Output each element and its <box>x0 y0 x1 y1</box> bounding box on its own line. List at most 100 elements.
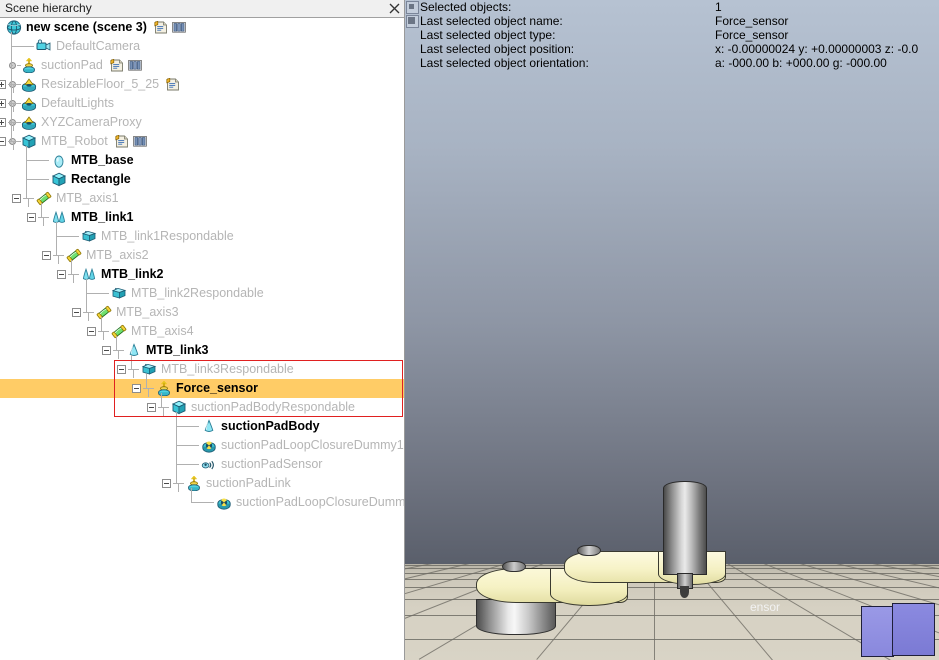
tree-node-label: MTB_axis4 <box>131 324 194 338</box>
tree-connector <box>176 464 199 465</box>
tree-node-mtb-link1[interactable]: MTB_link1 <box>0 208 404 227</box>
blue-cube-right-face <box>892 603 935 656</box>
tree-connector <box>176 426 199 427</box>
tree-expander-icon[interactable] <box>102 346 111 355</box>
tree-expander-icon[interactable] <box>162 479 171 488</box>
tree-node-mtb-axis1[interactable]: MTB_axis1 <box>0 189 404 208</box>
tree-node-suctionpadbodyrespondable[interactable]: suctionPadBodyRespondable <box>0 398 404 417</box>
tree-node-label: MTB_link3Respondable <box>161 362 294 376</box>
tree-node-suctionpadbody[interactable]: suctionPadBody <box>0 417 404 436</box>
tree-connector <box>118 350 119 359</box>
cone-icon <box>201 419 217 434</box>
force-sensor-icon <box>156 380 172 397</box>
tree-expander-icon[interactable] <box>147 403 156 412</box>
tree-node-label: MTB_link2Respondable <box>131 286 264 300</box>
chart-icon[interactable] <box>172 21 186 34</box>
camera-icon <box>36 39 52 54</box>
info-row: Last selected object position: x: -0.000… <box>405 42 939 56</box>
tree-node-mtb-link3[interactable]: MTB_link3 <box>0 341 404 360</box>
tree-node-suctionpadloopclosuredummy1[interactable]: suctionPadLoopClosureDummy1 <box>0 436 404 455</box>
cube-icon <box>171 400 187 415</box>
joint-icon <box>111 324 127 339</box>
tree-node-label: suctionPadLoopClosureDummy <box>236 495 404 509</box>
tree-node-defaultcamera[interactable]: DefaultCamera <box>0 37 404 56</box>
joint-icon <box>96 305 112 320</box>
tree-expander-icon[interactable] <box>72 308 81 317</box>
tree-expander-icon[interactable] <box>27 213 36 222</box>
chart-icon[interactable] <box>128 59 142 72</box>
tree-node-suctionpad[interactable]: suctionPad <box>0 56 404 75</box>
chart-icon[interactable] <box>132 135 147 148</box>
tree-connector <box>176 412 177 483</box>
tree-node-new-scene-scene-3-[interactable]: new scene (scene 3) <box>0 18 404 37</box>
group-icon <box>21 77 37 92</box>
tree-connector <box>13 103 14 112</box>
force-sensor-icon <box>186 475 202 492</box>
tree-node-label: suctionPadSensor <box>221 457 323 471</box>
info-label: Last selected object position: <box>420 42 575 56</box>
respond-icon <box>111 286 127 301</box>
tree-node-mtb-axis3[interactable]: MTB_axis3 <box>0 303 404 322</box>
tree-connector <box>176 445 199 446</box>
tree-node-mtb-robot[interactable]: MTB_Robot <box>0 132 404 151</box>
tree-expander-icon[interactable] <box>57 270 66 279</box>
scene-hierarchy-titlebar: Scene hierarchy <box>0 0 404 18</box>
info-value: 1 <box>715 0 722 14</box>
close-icon[interactable] <box>387 1 402 16</box>
tree-node-label: MTB_base <box>71 153 134 167</box>
tree-expander-icon[interactable] <box>42 251 51 260</box>
scene-hierarchy-tree[interactable]: new scene (scene 3) DefaultCamera suctionP… <box>0 18 404 660</box>
tree-connector <box>56 222 57 255</box>
tree-connector <box>28 198 29 207</box>
tree-connector <box>26 160 49 161</box>
panel-title: Scene hierarchy <box>5 1 92 15</box>
script-icon[interactable] <box>166 78 180 91</box>
joint-icon <box>36 191 52 206</box>
robot-joint-pin-2 <box>577 545 601 556</box>
tree-node-mtb-link2respondable[interactable]: MTB_link2Respondable <box>0 284 404 303</box>
tree-expander-icon[interactable] <box>0 99 6 108</box>
blue-cube-left-face <box>861 606 894 657</box>
tree-node-rectangle[interactable]: Rectangle <box>0 170 404 189</box>
tree-node-label: DefaultCamera <box>56 39 141 53</box>
tree-node-mtb-base[interactable]: MTB_base <box>0 151 404 170</box>
tree-expander-icon[interactable] <box>0 80 6 89</box>
tree-node-label: MTB_link3 <box>146 343 209 357</box>
tree-connector <box>161 393 162 407</box>
tree-node-resizablefloor-5-25[interactable]: ResizableFloor_5_25 <box>0 75 404 94</box>
robot-base-cylinder <box>476 599 556 635</box>
respond-icon <box>81 229 97 244</box>
scene-3d-viewport[interactable]: ensor Selected objects: 1 Last selected … <box>405 0 939 660</box>
tree-expander-icon[interactable] <box>87 327 96 336</box>
cube-icon <box>21 134 37 149</box>
scene-hierarchy-panel: Scene hierarchy new scene (scene 3) Defau… <box>0 0 405 660</box>
script-icon[interactable] <box>115 135 129 148</box>
tree-expander-icon[interactable] <box>132 384 141 393</box>
tree-connector <box>11 46 34 47</box>
info-value: Force_sensor <box>715 14 789 28</box>
tree-expander-icon[interactable] <box>117 365 126 374</box>
tree-connector <box>191 502 214 503</box>
tree-node-label: Rectangle <box>71 172 131 186</box>
tree-connector <box>178 483 179 492</box>
tree-node-mtb-link2[interactable]: MTB_link2 <box>0 265 404 284</box>
tree-node-label: suctionPadLoopClosureDummy1 <box>221 438 404 452</box>
tree-expander-icon[interactable] <box>12 194 21 203</box>
tree-node-suctionpadsensor[interactable]: suctionPadSensor <box>0 455 404 474</box>
tree-node-xyzcameraproxy[interactable]: XYZCameraProxy <box>0 113 404 132</box>
tree-connector <box>116 336 117 350</box>
robot-joint-pin-1 <box>502 561 526 572</box>
tree-connector <box>58 255 59 264</box>
tree-expander-icon[interactable] <box>0 118 6 127</box>
tree-expander-icon[interactable] <box>0 137 6 146</box>
info-label: Selected objects: <box>420 0 512 14</box>
links-icon <box>51 210 67 225</box>
script-icon[interactable] <box>154 21 168 34</box>
tree-node-force-sensor[interactable]: Force_sensor <box>0 379 404 398</box>
tree-node-label: MTB_axis1 <box>56 191 119 205</box>
tree-node-suctionpadlink[interactable]: suctionPadLink <box>0 474 404 493</box>
tree-node-defaultlights[interactable]: DefaultLights <box>0 94 404 113</box>
tree-node-mtb-axis4[interactable]: MTB_axis4 <box>0 322 404 341</box>
script-icon[interactable] <box>110 59 124 72</box>
tree-node-mtb-link3respondable[interactable]: MTB_link3Respondable <box>0 360 404 379</box>
